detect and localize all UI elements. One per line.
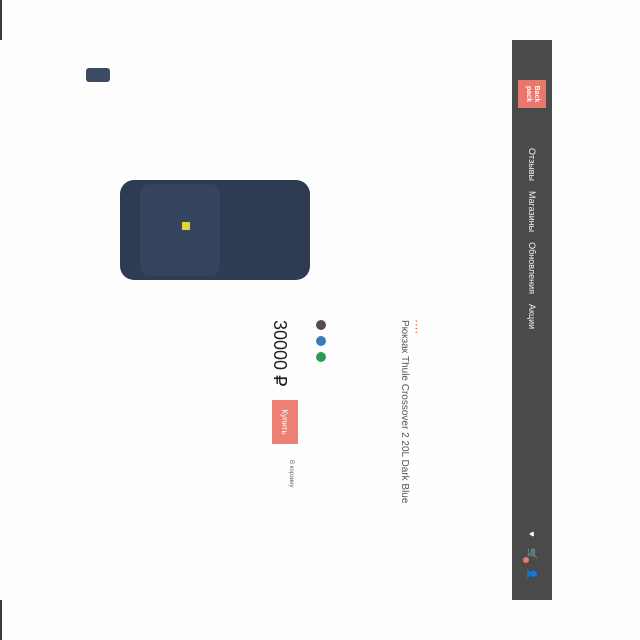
color-swatch-blue[interactable] — [316, 336, 326, 346]
backpack-image — [120, 180, 310, 280]
product-price: 30000 ₽ — [270, 320, 290, 387]
heart-icon[interactable]: ♥ — [526, 528, 538, 540]
top-navbar: Back pack Отзывы Магазины Обновления Акц… — [512, 40, 552, 600]
nav-item-stores[interactable]: Магазины — [527, 191, 537, 232]
nav-icons: ♥ 🛒 👤 — [523, 528, 538, 580]
product-page: Back pack Отзывы Магазины Обновления Акц… — [0, 40, 590, 600]
nav-item-updates[interactable]: Обновления — [527, 242, 537, 294]
user-icon[interactable]: 👤 — [526, 568, 538, 580]
thumbnail-image[interactable] — [86, 68, 110, 82]
brand-logo[interactable]: Back pack — [518, 80, 546, 108]
product-title: Рюкзак Thule Crossover 2 20L Dark Blue — [399, 320, 410, 504]
cart-icon[interactable]: 🛒 — [523, 548, 538, 563]
buy-button[interactable]: Купить — [272, 400, 298, 444]
color-swatch-green[interactable] — [316, 352, 326, 362]
nav-item-reviews[interactable]: Отзывы — [527, 148, 537, 181]
nav-links: Отзывы Магазины Обновления Акции — [527, 148, 537, 329]
add-to-cart-link[interactable]: В корзину — [288, 460, 294, 487]
color-options — [316, 320, 326, 362]
product-info: • • • • Рюкзак Thule Crossover 2 20L Dar… — [10, 320, 430, 580]
color-swatch-brown[interactable] — [316, 320, 326, 330]
nav-item-sales[interactable]: Акции — [527, 304, 537, 329]
rating: • • • • — [412, 320, 418, 334]
logo-line2: pack — [525, 86, 532, 102]
cart-badge — [523, 557, 529, 563]
logo-line1: Back — [533, 85, 540, 103]
